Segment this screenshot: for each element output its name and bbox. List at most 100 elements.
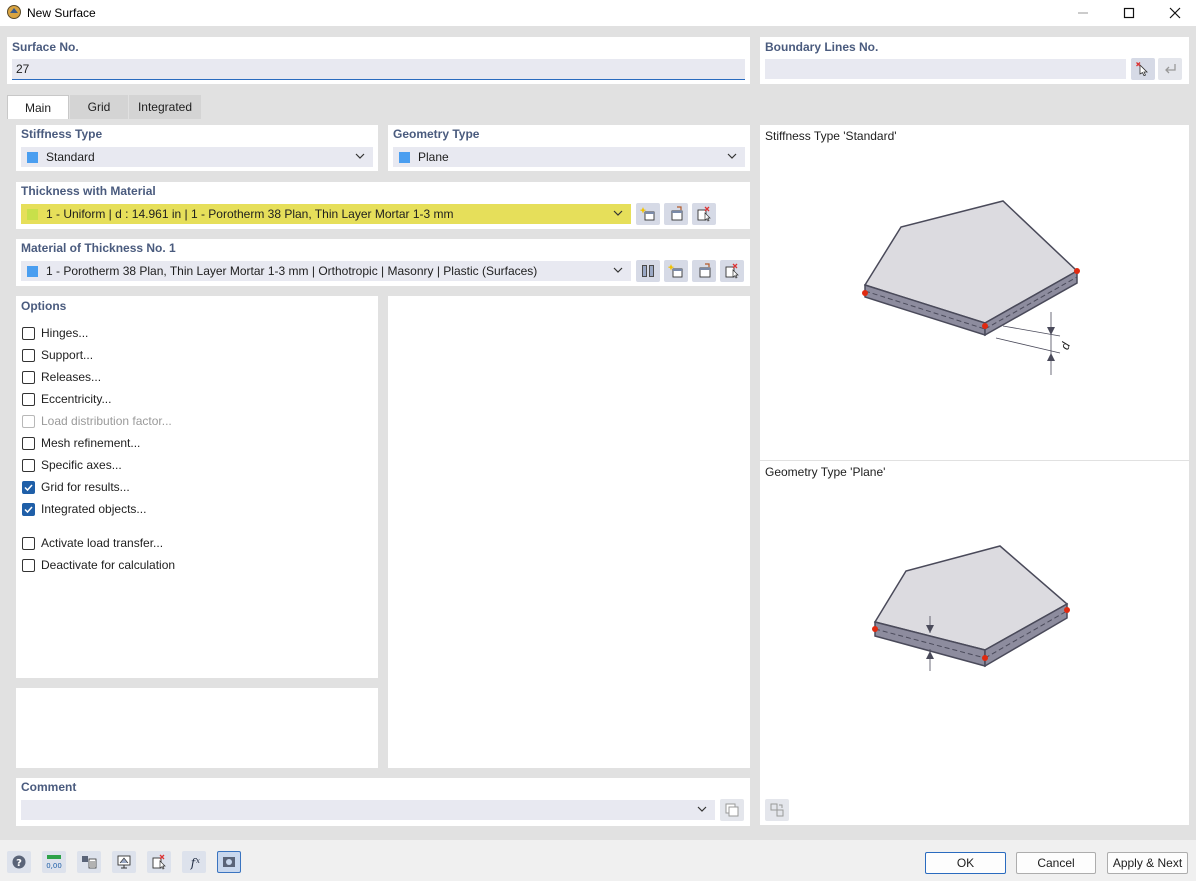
option-hinges[interactable]: Hinges... [22,325,88,341]
material-library-button[interactable] [636,260,660,282]
option-support[interactable]: Support... [22,347,93,363]
app-icon [6,4,22,20]
new-material-button[interactable] [664,260,688,282]
option-eccentricity[interactable]: Eccentricity... [22,391,111,407]
edit-material-button[interactable] [692,260,716,282]
surface-no-label: Surface No. [12,40,79,54]
display-properties-button[interactable] [77,851,101,873]
display-properties-icon [81,854,97,870]
option-releases[interactable]: Releases... [22,369,101,385]
checkmark-icon [23,482,34,493]
stiffness-type-select[interactable]: Standard [21,147,373,167]
option-grid-for-results[interactable]: Grid for results... [22,479,130,495]
checkbox[interactable] [22,537,35,550]
help-button[interactable]: ? [7,851,31,873]
close-icon [1169,7,1181,19]
minimize-icon [1077,7,1089,19]
tab-main[interactable]: Main [7,95,69,119]
chevron-down-icon [355,151,365,161]
options-label: Options [21,299,66,313]
maximize-icon [1123,7,1135,19]
cancel-button[interactable]: Cancel [1016,852,1096,874]
option-load-distribution-factor: Load distribution factor... [22,413,172,429]
minimize-button[interactable] [1060,0,1106,26]
checkbox[interactable] [22,437,35,450]
help-icon: ? [11,854,27,870]
option-activate-load-transfer[interactable]: Activate load transfer... [22,535,163,551]
color-swatch [27,209,38,220]
checkbox[interactable] [22,559,35,572]
option-label: Deactivate for calculation [41,558,175,572]
edit-item-icon [668,206,684,222]
new-item-icon [640,206,656,222]
stiffness-diagram-panel: Stiffness Type 'Standard' d [760,125,1189,460]
option-label: Support... [41,348,93,362]
view-model-icon [116,854,132,870]
copy-icon [724,802,740,818]
surface-no-panel: Surface No. 27 [7,37,750,84]
material-label: Material of Thickness No. 1 [21,241,176,255]
option-label: Hinges... [41,326,88,340]
checkbox[interactable] [22,503,35,516]
option-label: Mesh refinement... [41,436,140,450]
apply-next-button[interactable]: Apply & Next [1107,852,1188,874]
chevron-down-icon [727,151,737,161]
checkbox[interactable] [22,327,35,340]
close-button[interactable] [1152,0,1196,26]
ok-button[interactable]: OK [925,852,1006,874]
formula-icon: fx [186,854,202,870]
checkmark-icon [23,504,34,515]
delete-item-icon [696,206,712,222]
edit-item-icon [696,263,712,279]
title-bar [0,0,1196,26]
boundary-lines-input[interactable] [765,59,1126,79]
delete-thickness-button[interactable] [692,203,716,225]
chevron-down-icon [613,265,623,275]
copy-comment-button[interactable] [720,799,744,821]
render-view-button[interactable] [217,851,241,873]
diagram-options-button[interactable] [765,799,789,821]
tab-integrated[interactable]: Integrated [129,95,201,119]
color-swatch [399,152,410,163]
comment-label: Comment [21,780,76,794]
delete-material-button[interactable] [720,260,744,282]
pick-lines-button[interactable] [1131,58,1155,80]
new-thickness-button[interactable] [636,203,660,225]
comment-input[interactable] [21,800,715,820]
checkbox[interactable] [22,393,35,406]
geometry-type-panel: Geometry Type Plane [388,125,750,171]
checkbox[interactable] [22,481,35,494]
new-item-icon [668,263,684,279]
checkbox[interactable] [22,459,35,472]
checkbox[interactable] [22,371,35,384]
return-button[interactable] [1158,58,1182,80]
material-select[interactable]: 1 - Porotherm 38 Plan, Thin Layer Mortar… [21,261,631,281]
geometry-type-select[interactable]: Plane [393,147,745,167]
window-title: New Surface [27,6,96,20]
thickness-value: 1 - Uniform | d : 14.961 in | 1 - Poroth… [46,207,454,221]
option-label: Load distribution factor... [41,414,172,428]
diagram-settings-icon [769,802,785,818]
option-label: Specific axes... [41,458,122,472]
comment-panel: Comment [16,778,750,826]
option-label: Activate load transfer... [41,536,163,550]
surface-no-input[interactable]: 27 [12,59,745,80]
select-objects-button[interactable] [147,851,171,873]
view-button[interactable] [112,851,136,873]
select-objects-icon [151,854,167,870]
tab-grid[interactable]: Grid [70,95,128,119]
option-label: Eccentricity... [41,392,111,406]
option-deactivate-for-calculation[interactable]: Deactivate for calculation [22,557,175,573]
option-specific-axes[interactable]: Specific axes... [22,457,122,473]
option-label: Grid for results... [41,480,130,494]
formula-button[interactable]: fx [182,851,206,873]
render-view-icon [221,854,237,870]
stiffness-type-label: Stiffness Type [21,127,102,141]
option-mesh-refinement[interactable]: Mesh refinement... [22,435,140,451]
units-button[interactable]: 0,00 [42,851,66,873]
checkbox[interactable] [22,349,35,362]
thickness-select[interactable]: 1 - Uniform | d : 14.961 in | 1 - Poroth… [21,204,631,224]
edit-thickness-button[interactable] [664,203,688,225]
maximize-button[interactable] [1106,0,1152,26]
option-integrated-objects[interactable]: Integrated objects... [22,501,146,517]
